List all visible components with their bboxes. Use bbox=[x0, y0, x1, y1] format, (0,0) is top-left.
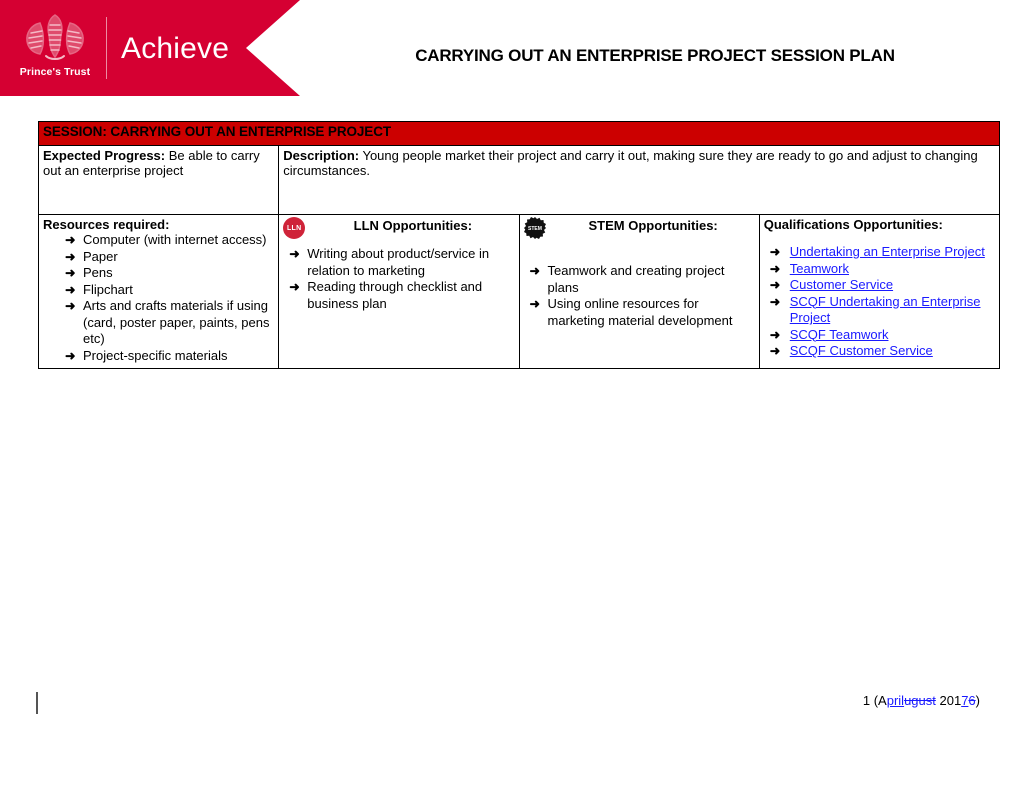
page-title: CARRYING OUT AN ENTERPRISE PROJECT SESSI… bbox=[415, 46, 895, 65]
three-feathers-icon bbox=[26, 14, 84, 60]
qualification-link[interactable]: Undertaking an Enterprise Project bbox=[790, 244, 985, 259]
arrow-bullet-icon: ➜ bbox=[289, 280, 300, 294]
list-item: ➜ Customer Service bbox=[764, 277, 995, 294]
description-cell: Description: Young people market their p… bbox=[278, 145, 1000, 215]
arrow-bullet-icon: ➜ bbox=[769, 327, 781, 342]
qualifications-list: ➜ Undertaking an Enterprise Project ➜ Team… bbox=[764, 244, 995, 360]
arrow-bullet-icon: ➜ bbox=[529, 297, 540, 311]
arrow-bullet-icon: ➜ bbox=[65, 266, 76, 280]
lln-label: LLN Opportunities: bbox=[353, 218, 473, 233]
qualification-link[interactable]: SCQF Customer Service bbox=[790, 343, 933, 358]
stem-badge-icon: STEM bbox=[523, 217, 546, 239]
list-item: ➜ SCQF Customer Service bbox=[764, 343, 995, 360]
tracked-change-bar bbox=[36, 692, 38, 714]
list-item-label: Computer (with internet access) bbox=[83, 232, 267, 247]
session-plan-table: SESSION: CARRYING OUT AN ENTERPRISE PROJ… bbox=[37, 121, 1001, 369]
table-row-progress-description: Expected Progress: Be able to carry out … bbox=[37, 145, 1000, 215]
princes-trust-logo: Prince's Trust Achieve bbox=[16, 11, 229, 85]
list-item: ➜ Writing about product/service in relati… bbox=[283, 246, 514, 279]
arrow-bullet-icon: ➜ bbox=[769, 294, 781, 309]
footer-month-deleted: ugust bbox=[904, 693, 936, 708]
svg-text:STEM: STEM bbox=[528, 226, 542, 232]
resources-label: Resources required: bbox=[43, 217, 170, 232]
list-item: ➜ Reading through checklist and business … bbox=[283, 279, 514, 312]
footer-suffix: ) bbox=[975, 693, 980, 708]
footer-year-prefix: 201 bbox=[935, 693, 962, 708]
list-item: ➜ SCQF Teamwork bbox=[764, 327, 995, 344]
list-item: ➜ Teamwork bbox=[764, 261, 995, 278]
expected-progress-cell: Expected Progress: Be able to carry out … bbox=[37, 145, 280, 215]
footer-month-inserted: pril bbox=[886, 693, 905, 708]
arrow-bullet-icon: ➜ bbox=[769, 344, 781, 358]
brand-header-banner: Prince's Trust Achieve bbox=[0, 0, 300, 96]
stem-list: ➜ Teamwork and creating project plans ➜ Us… bbox=[524, 263, 755, 329]
list-item: ➜ Project-specific materials bbox=[43, 348, 274, 365]
qualification-link[interactable]: Customer Service bbox=[790, 277, 893, 292]
brand-name-achieve: Achieve bbox=[121, 32, 230, 65]
logo-wordmark: Prince's Trust bbox=[19, 66, 91, 78]
arrow-bullet-icon: ➜ bbox=[65, 233, 76, 247]
list-item: ➜ Arts and crafts materials if using (car… bbox=[43, 298, 274, 348]
lln-list: ➜ Writing about product/service in relati… bbox=[283, 246, 514, 312]
list-item: ➜ Flipchart bbox=[43, 282, 274, 299]
list-item-label: Using online resources for marketing mat… bbox=[547, 296, 733, 328]
arrow-bullet-icon: ➜ bbox=[769, 261, 781, 276]
list-item-label: Pens bbox=[83, 265, 113, 280]
list-item: ➜ Computer (with internet access) bbox=[43, 232, 274, 249]
logo-mark: Prince's Trust bbox=[16, 11, 94, 85]
qualification-link[interactable]: Teamwork bbox=[790, 261, 849, 276]
arrow-bullet-icon: ➜ bbox=[65, 348, 76, 363]
description-label: Description: bbox=[283, 148, 360, 163]
list-item-label: Paper bbox=[83, 248, 118, 264]
list-item-label: Flipchart bbox=[83, 281, 133, 297]
table-row-opportunities: Resources required: ➜ Computer (with inte… bbox=[37, 214, 1001, 369]
arrow-bullet-icon: ➜ bbox=[769, 245, 781, 259]
list-item-label: Writing about product/service in relatio… bbox=[307, 246, 490, 278]
page-footer: 1 (Aprilugust 20176) bbox=[600, 693, 980, 708]
table-row-session-header: SESSION: CARRYING OUT AN ENTERPRISE PROJ… bbox=[38, 121, 1000, 146]
footer-page-prefix: 1 (A bbox=[862, 693, 887, 708]
list-item: ➜ Pens bbox=[43, 265, 274, 282]
resources-list: ➜ Computer (with internet access) ➜ Paper … bbox=[43, 232, 274, 364]
session-header-bar: SESSION: CARRYING OUT AN ENTERPRISE PROJ… bbox=[38, 121, 1000, 146]
stem-label: STEM Opportunities: bbox=[588, 218, 718, 233]
stem-opportunities-cell: STEM STEM Opportunities: ➜ Teamwork and c… bbox=[518, 214, 760, 369]
description-text: Young people market their project and ca… bbox=[283, 148, 978, 178]
qualification-link[interactable]: SCQF Teamwork bbox=[790, 327, 889, 342]
expected-progress-label: Expected Progress: bbox=[43, 148, 166, 163]
list-item-label: Teamwork and creating project plans bbox=[547, 263, 725, 295]
lln-heading: LLN LLN Opportunities: bbox=[283, 217, 514, 239]
arrow-bullet-icon: ➜ bbox=[769, 278, 781, 292]
list-item-label: Reading through checklist and business p… bbox=[307, 279, 483, 311]
arrow-bullet-icon: ➜ bbox=[65, 249, 76, 264]
list-item-label: Arts and crafts materials if using (card… bbox=[83, 298, 270, 346]
arrow-bullet-icon: ➜ bbox=[289, 247, 300, 261]
list-item-label: Project-specific materials bbox=[83, 347, 228, 363]
stem-heading: STEM STEM Opportunities: bbox=[523, 217, 755, 239]
qualifications-opportunities-cell: Qualifications Opportunities: ➜ Undertaki… bbox=[758, 214, 1001, 369]
resources-cell: Resources required: ➜ Computer (with inte… bbox=[37, 214, 280, 369]
list-item: ➜ Teamwork and creating project plans bbox=[524, 263, 755, 296]
arrow-bullet-icon: ➜ bbox=[65, 282, 76, 297]
list-item: ➜ Using online resources for marketing ma… bbox=[524, 296, 755, 329]
qualification-link[interactable]: SCQF Undertaking an Enterprise Project bbox=[790, 294, 981, 326]
logo-divider bbox=[106, 17, 107, 79]
footer-year-deleted: 6 bbox=[968, 693, 976, 708]
lln-badge-icon: LLN bbox=[283, 217, 306, 239]
list-item: ➜ SCQF Undertaking an Enterprise Project bbox=[764, 294, 995, 327]
lln-opportunities-cell: LLN LLN Opportunities: ➜ Writing about pr… bbox=[278, 214, 520, 369]
arrow-bullet-icon: ➜ bbox=[529, 264, 540, 278]
list-item: ➜ Undertaking an Enterprise Project bbox=[764, 244, 995, 261]
arrow-bullet-icon: ➜ bbox=[65, 299, 76, 313]
list-item: ➜ Paper bbox=[43, 249, 274, 266]
qualifications-label: Qualifications Opportunities: bbox=[763, 217, 943, 232]
